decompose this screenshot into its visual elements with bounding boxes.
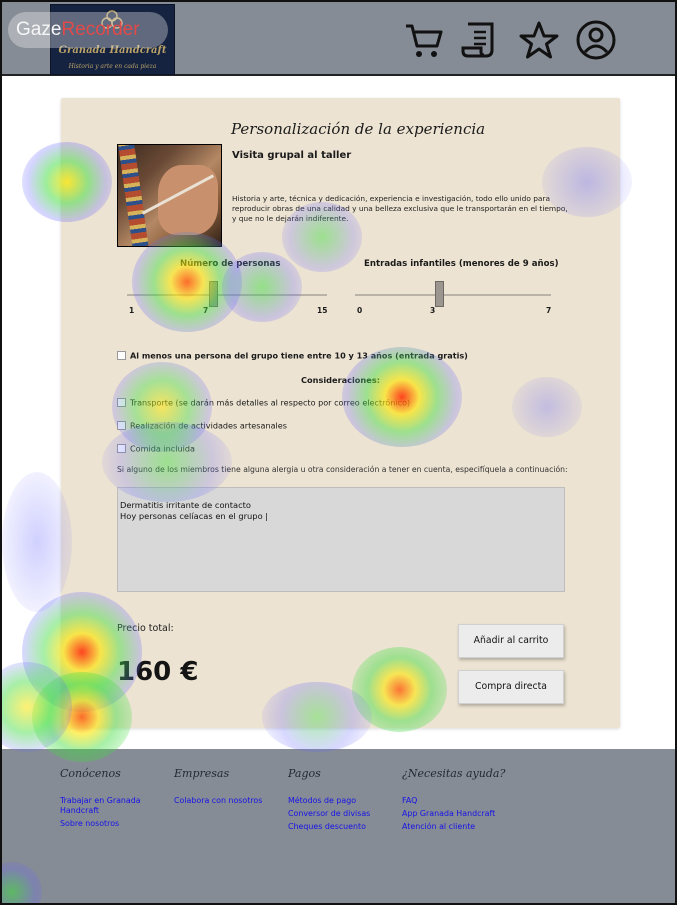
footer: Conócenos Trabajar en Granada Handcraft … <box>2 749 675 903</box>
footer-col-title: Pagos <box>288 767 321 780</box>
people-value-tick: 7 <box>203 306 209 315</box>
footer-link[interactable]: Colabora con nosotros <box>174 796 284 806</box>
page: Granada Handcraft Historia y arte en cad… <box>0 0 677 905</box>
option-crafts-checkbox[interactable] <box>117 421 126 430</box>
option-transport-checkbox[interactable] <box>117 398 126 407</box>
footer-col-title: Empresas <box>174 767 230 780</box>
people-max-tick: 15 <box>317 306 328 315</box>
footer-link[interactable]: Cheques descuento <box>288 822 398 832</box>
footer-col-title: Conócenos <box>60 767 121 780</box>
logo-tagline: Historia y arte en cada pieza <box>68 63 157 70</box>
teen-checkbox-prefix: Al menos <box>130 350 172 361</box>
visit-description: Historia y arte, técnica y dedicación, e… <box>232 194 568 223</box>
user-icon[interactable] <box>574 18 618 62</box>
footer-link[interactable]: Trabajar en Granada Handcraft <box>60 796 170 816</box>
gaze-recorder-watermark: GazeRecorder <box>8 12 168 48</box>
price-label: Precio total: <box>117 623 174 634</box>
watermark-part2: Recorder <box>61 19 140 40</box>
option-food-row[interactable]: Comida incluida <box>117 443 195 454</box>
people-min-tick: 1 <box>129 306 135 315</box>
option-crafts-row[interactable]: Realización de actividades artesanales <box>117 420 287 431</box>
footer-col-title: ¿Necesitas ayuda? <box>402 767 506 780</box>
header: Granada Handcraft Historia y arte en cad… <box>2 2 675 76</box>
page-title: Personalización de la experiencia <box>231 120 486 138</box>
footer-link[interactable]: Métodos de pago <box>288 796 398 806</box>
people-slider-thumb[interactable] <box>208 281 218 307</box>
footer-col-payments: Pagos Métodos de pago Conversor de divis… <box>288 767 398 835</box>
children-slider-label: Entradas infantiles (menores de 9 años) <box>364 259 559 269</box>
footer-col-help: ¿Necesitas ayuda? FAQ App Granada Handcr… <box>402 767 512 835</box>
cart-icon[interactable] <box>402 18 446 62</box>
considerations-title: Consideraciones: <box>301 375 380 385</box>
footer-link[interactable]: Conversor de divisas <box>288 809 398 819</box>
children-value-tick: 3 <box>430 306 436 315</box>
children-min-tick: 0 <box>357 306 363 315</box>
option-crafts-label: Realización de actividades artesanales <box>130 420 287 431</box>
people-slider-label: Número de personas <box>180 259 281 269</box>
children-max-tick: 7 <box>546 306 552 315</box>
footer-link[interactable]: Atención al cliente <box>402 822 512 832</box>
experience-card: Personalización de la experiencia Visita… <box>61 98 620 728</box>
workshop-photo <box>117 144 222 247</box>
option-transport-row[interactable]: Transporte (se darán más detalles al res… <box>117 397 410 408</box>
option-food-label: Comida incluida <box>130 443 195 454</box>
footer-link[interactable]: App Granada Handcraft <box>402 809 512 819</box>
people-slider-track[interactable] <box>127 294 327 296</box>
receipt-icon[interactable] <box>460 18 504 62</box>
option-transport-label: Transporte (se darán más detalles al res… <box>130 397 411 408</box>
allergy-textarea[interactable]: Dermatitis irritante de contacto Hoy per… <box>117 487 565 592</box>
footer-link[interactable]: FAQ <box>402 796 512 806</box>
footer-link[interactable]: Sobre nosotros <box>60 819 170 829</box>
teen-checkbox[interactable] <box>117 351 126 360</box>
visit-title: Visita grupal al taller <box>232 150 352 161</box>
price-value: 160 € <box>117 657 199 687</box>
footer-col-companies: Empresas Colabora con nosotros <box>174 767 284 809</box>
buy-now-button[interactable]: Compra directa <box>458 670 564 704</box>
children-slider-thumb[interactable] <box>435 281 444 307</box>
star-icon[interactable] <box>517 18 561 62</box>
add-to-cart-button[interactable]: Añadir al carrito <box>458 624 564 658</box>
teen-checkbox-row[interactable]: Al menos una persona del grupo tiene ent… <box>117 350 468 361</box>
watermark-part1: Gaze <box>16 19 62 40</box>
allergy-question: Si alguno de los miembros tiene alguna a… <box>117 465 568 474</box>
teen-checkbox-label: una persona del grupo tiene entre 10 y 1… <box>171 350 468 361</box>
option-food-checkbox[interactable] <box>117 444 126 453</box>
children-slider-track[interactable] <box>355 294 551 296</box>
footer-col-about: Conócenos Trabajar en Granada Handcraft … <box>60 767 170 832</box>
